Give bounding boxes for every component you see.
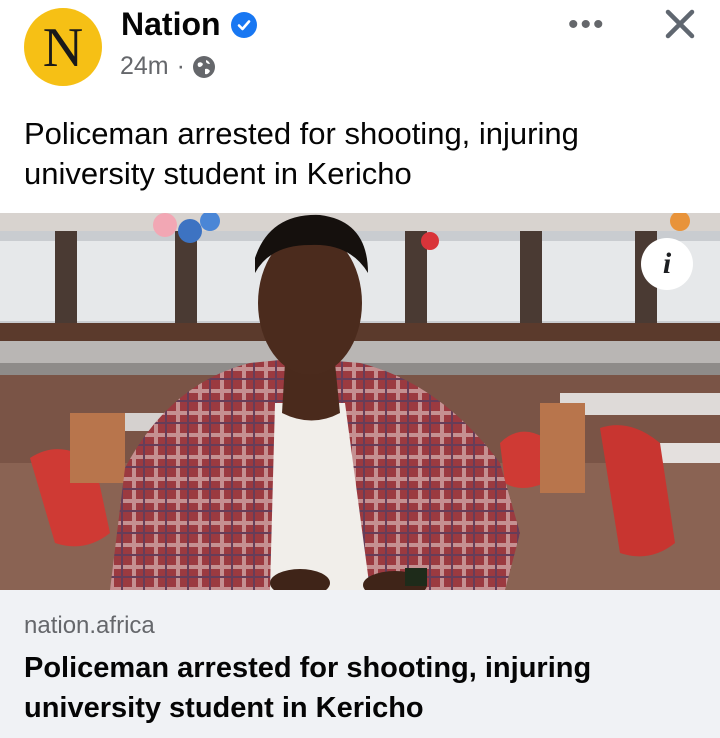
page-name[interactable]: Nation <box>121 6 257 43</box>
meta-separator: · <box>176 52 185 80</box>
more-horizontal-icon: ••• <box>568 8 606 41</box>
info-icon: i <box>662 247 672 280</box>
close-icon <box>665 9 695 39</box>
page-name-label: Nation <box>121 6 221 42</box>
post-header: N Nation 24m · ••• <box>0 0 720 110</box>
info-button[interactable]: i <box>641 238 693 290</box>
post-time[interactable]: 24m <box>120 52 169 81</box>
avatar-letter: N <box>42 17 84 79</box>
link-domain: nation.africa <box>24 612 155 639</box>
post-caption: Policeman arrested for shooting, injurin… <box>24 116 579 191</box>
globe-icon <box>192 55 215 78</box>
link-title[interactable]: Policeman arrested for shooting, injurin… <box>24 648 684 728</box>
link-preview-image[interactable] <box>0 213 720 590</box>
page-avatar[interactable]: N <box>24 8 102 86</box>
post-meta: 24m · <box>120 52 215 81</box>
verified-badge-icon <box>230 11 257 38</box>
close-button[interactable] <box>660 4 700 44</box>
more-options-button[interactable]: ••• <box>568 8 606 42</box>
